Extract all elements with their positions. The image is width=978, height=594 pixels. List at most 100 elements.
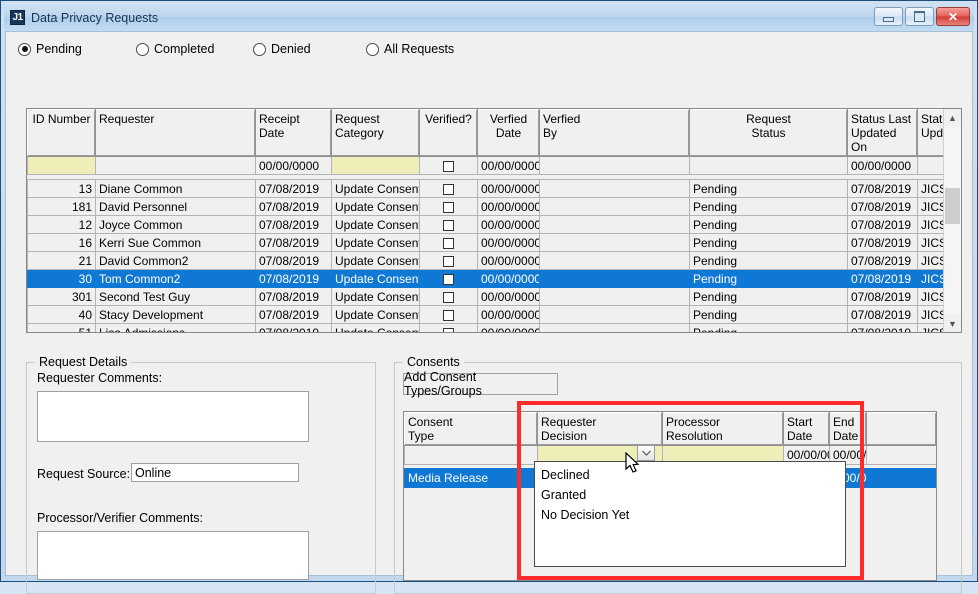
cell-verified[interactable] bbox=[420, 306, 478, 324]
cell-status-updated-on[interactable]: 00/00/0000 bbox=[848, 157, 918, 175]
cell-verified[interactable] bbox=[420, 324, 478, 333]
cell-id-number[interactable]: 301 bbox=[28, 288, 96, 306]
cell-verified[interactable] bbox=[420, 234, 478, 252]
cell-request-category[interactable]: Update Consent bbox=[332, 288, 420, 306]
cell-verified-by[interactable] bbox=[540, 198, 690, 216]
cell-requester[interactable]: David Common2 bbox=[96, 252, 256, 270]
col-request-category[interactable]: Request Category bbox=[332, 110, 420, 157]
cell-id-number[interactable] bbox=[28, 157, 96, 175]
cell-receipt-date[interactable]: 07/08/2019 bbox=[256, 270, 332, 288]
cell-status-updated-by[interactable]: JICS bbox=[918, 252, 945, 270]
checkbox-icon[interactable] bbox=[443, 238, 454, 249]
cell-verified-date[interactable]: 00/00/0000 bbox=[478, 234, 540, 252]
cell-verified[interactable] bbox=[420, 157, 478, 175]
col-verified-by[interactable]: Verfied By bbox=[540, 110, 690, 157]
cell-consent-type[interactable] bbox=[405, 446, 538, 465]
cell-request-category[interactable]: Update Consent bbox=[332, 252, 420, 270]
cell-request-status[interactable] bbox=[690, 157, 848, 175]
cell-verified-date[interactable]: 00/00/0000 bbox=[478, 324, 540, 333]
cell-id-number[interactable]: 12 bbox=[28, 216, 96, 234]
table-row[interactable]: 301Second Test Guy07/08/2019Update Conse… bbox=[28, 288, 945, 306]
col-status-updated-by[interactable]: Status Last Updated By bbox=[918, 110, 945, 157]
cell-receipt-date[interactable]: 07/08/2019 bbox=[256, 306, 332, 324]
dropdown-option[interactable]: Declined bbox=[535, 465, 845, 485]
table-row[interactable]: 30Tom Common207/08/2019Update Consent00/… bbox=[28, 270, 945, 288]
cell-receipt-date[interactable]: 07/08/2019 bbox=[256, 288, 332, 306]
maximize-button[interactable] bbox=[905, 7, 934, 26]
cell-verified[interactable] bbox=[420, 216, 478, 234]
cell-request-category[interactable]: Update Consent bbox=[332, 270, 420, 288]
col-verified[interactable]: Verified? bbox=[420, 110, 478, 157]
col-request-status[interactable]: Request Status bbox=[690, 110, 848, 157]
table-row[interactable]: 13Diane Common07/08/2019Update Consent00… bbox=[28, 180, 945, 198]
cell-verified[interactable] bbox=[420, 180, 478, 198]
cell-status-updated-on[interactable]: 07/08/2019 bbox=[848, 234, 918, 252]
dropdown-option[interactable]: Granted bbox=[535, 485, 845, 505]
cell-verified-date[interactable]: 00/00/0000 bbox=[478, 270, 540, 288]
scroll-down-arrow[interactable]: ▼ bbox=[944, 315, 961, 332]
cell-request-category[interactable] bbox=[332, 157, 420, 175]
cell-request-status[interactable]: Pending bbox=[690, 270, 848, 288]
table-row[interactable]: 16Kerri Sue Common07/08/2019Update Conse… bbox=[28, 234, 945, 252]
cell-id-number[interactable]: 30 bbox=[28, 270, 96, 288]
cell-requester[interactable]: Tom Common2 bbox=[96, 270, 256, 288]
cell-id-number[interactable]: 21 bbox=[28, 252, 96, 270]
table-row[interactable]: 40Stacy Development07/08/2019Update Cons… bbox=[28, 306, 945, 324]
table-row[interactable]: 21David Common207/08/2019Update Consent0… bbox=[28, 252, 945, 270]
cell-request-status[interactable]: Pending bbox=[690, 216, 848, 234]
cell-status-updated-by[interactable]: JICS bbox=[918, 270, 945, 288]
radio-completed[interactable]: Completed bbox=[136, 42, 214, 56]
cell-status-updated-on[interactable]: 07/08/2019 bbox=[848, 180, 918, 198]
requester-decision-dropdown-list[interactable]: DeclinedGrantedNo Decision Yet bbox=[534, 461, 846, 567]
cell-id-number[interactable]: 181 bbox=[28, 198, 96, 216]
cell-verified[interactable] bbox=[420, 198, 478, 216]
dropdown-option[interactable]: No Decision Yet bbox=[535, 505, 845, 525]
cell-id-number[interactable]: 16 bbox=[28, 234, 96, 252]
cell-requester[interactable]: David Personnel bbox=[96, 198, 256, 216]
cell-verified-by[interactable] bbox=[540, 306, 690, 324]
checkbox-icon[interactable] bbox=[443, 328, 454, 332]
cell-requester[interactable]: Lisa Admissions bbox=[96, 324, 256, 333]
cell-verified-by[interactable] bbox=[540, 324, 690, 333]
minimize-button[interactable] bbox=[874, 7, 903, 26]
col-consent-type[interactable]: Consent Type bbox=[405, 413, 538, 446]
cell-status-updated-by[interactable]: JICS bbox=[918, 288, 945, 306]
processor-comments-input[interactable] bbox=[37, 531, 309, 580]
cell-status-updated-on[interactable]: 07/08/2019 bbox=[848, 252, 918, 270]
cell-verified-by[interactable] bbox=[540, 180, 690, 198]
cell-receipt-date[interactable]: 07/08/2019 bbox=[256, 198, 332, 216]
cell-status-updated-by[interactable]: JICS bbox=[918, 198, 945, 216]
table-row[interactable]: 181David Personnel07/08/2019Update Conse… bbox=[28, 198, 945, 216]
cell-status-updated-on[interactable]: 07/08/2019 bbox=[848, 270, 918, 288]
cell-verified[interactable] bbox=[420, 270, 478, 288]
col-status-updated-on[interactable]: Status Last Updated On bbox=[848, 110, 918, 157]
col-receipt-date[interactable]: Receipt Date bbox=[256, 110, 332, 157]
add-consent-types-groups-button[interactable]: Add Consent Types/Groups bbox=[403, 373, 558, 395]
cell-requester[interactable]: Second Test Guy bbox=[96, 288, 256, 306]
cell-consent-type[interactable]: Media Release bbox=[405, 469, 538, 488]
cell-verified-date[interactable]: 00/00/0000 bbox=[478, 157, 540, 175]
cell-request-status[interactable]: Pending bbox=[690, 180, 848, 198]
cell-status-updated-on[interactable]: 07/08/2019 bbox=[848, 198, 918, 216]
cell-status-updated-by[interactable]: JICS bbox=[918, 234, 945, 252]
cell-receipt-date[interactable]: 07/08/2019 bbox=[256, 234, 332, 252]
cell-receipt-date[interactable]: 07/08/2019 bbox=[256, 216, 332, 234]
cell-verified-by[interactable] bbox=[540, 157, 690, 175]
cell-receipt-date[interactable]: 00/00/0000 bbox=[256, 157, 332, 175]
cell-request-status[interactable]: Pending bbox=[690, 306, 848, 324]
cell-requester[interactable]: Joyce Common bbox=[96, 216, 256, 234]
new-request-row[interactable]: 00/00/0000 00/00/0000 00/00/0000 bbox=[28, 157, 945, 175]
cell-status-updated-on[interactable]: 07/08/2019 bbox=[848, 288, 918, 306]
cell-verified-date[interactable]: 00/00/0000 bbox=[478, 198, 540, 216]
scrollbar-thumb[interactable] bbox=[945, 188, 960, 224]
checkbox-icon[interactable] bbox=[443, 274, 454, 285]
cell-verified-date[interactable]: 00/00/0000 bbox=[478, 306, 540, 324]
request-source-input[interactable]: Online bbox=[131, 463, 299, 482]
cell-request-category[interactable]: Update Consent bbox=[332, 198, 420, 216]
col-requester-decision[interactable]: Requester Decision bbox=[538, 413, 663, 446]
checkbox-icon[interactable] bbox=[443, 292, 454, 303]
checkbox-icon[interactable] bbox=[443, 161, 454, 172]
cell-status-updated-on[interactable]: 07/08/2019 bbox=[848, 216, 918, 234]
cell-requester[interactable]: Diane Common bbox=[96, 180, 256, 198]
checkbox-icon[interactable] bbox=[443, 310, 454, 321]
